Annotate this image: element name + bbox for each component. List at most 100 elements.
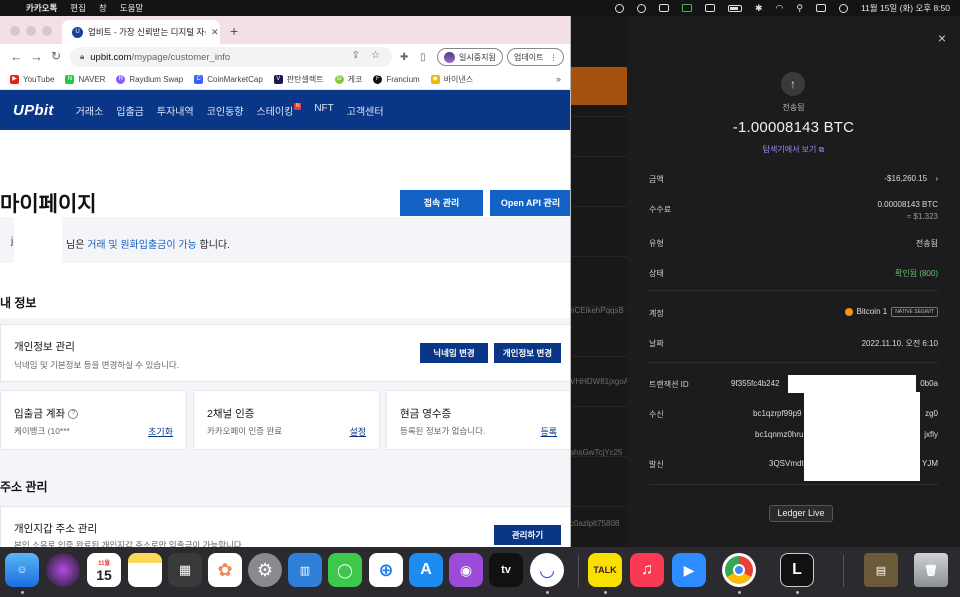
minimize-window-button[interactable] [26, 26, 36, 36]
sender-address[interactable]: 3QSVmdt [769, 459, 804, 468]
search-icon[interactable]: ⚲ [796, 3, 803, 14]
zoom-window-button[interactable] [42, 26, 52, 36]
app-menu[interactable]: 카카오톡 [26, 2, 57, 14]
nav-exchange[interactable]: 거래소 [76, 103, 104, 118]
share-icon[interactable]: ⇪ [352, 50, 360, 61]
status-item-icon[interactable] [658, 4, 669, 12]
explorer-link[interactable]: 탐색기에서 보기 ⧉ [627, 144, 960, 155]
app-store-icon[interactable]: A [409, 553, 443, 587]
account-name[interactable]: Bitcoin 1 [857, 307, 888, 316]
close-window-button[interactable] [10, 26, 20, 36]
trash-icon[interactable]: 🗑︎ [914, 553, 948, 587]
segwit-badge: NATIVE SEGWIT [891, 307, 938, 317]
apple-tv-icon[interactable]: tv [489, 553, 523, 587]
forward-button[interactable]: → [30, 49, 43, 64]
upbit-app-icon[interactable]: ▥ [288, 553, 322, 587]
back-button[interactable]: ← [10, 49, 23, 64]
bookmark-francium[interactable]: F Francium [373, 75, 420, 84]
reset-account-link[interactable]: 초기화 [148, 425, 173, 438]
notes-icon[interactable] [128, 553, 162, 587]
clock[interactable]: 11월 15일 (화) 오후 8:50 [861, 2, 950, 14]
extensions-icon[interactable]: ✚ [400, 52, 408, 63]
amount-value[interactable]: -$16,260.15 › [884, 174, 938, 183]
nav-nft[interactable]: NFT [314, 103, 333, 118]
music-icon[interactable]: ♫ [630, 553, 664, 587]
bookmark-naver[interactable]: N NAVER [65, 75, 105, 84]
bookmark-youtube[interactable]: ▶ YouTube [10, 75, 54, 84]
nav-staking-label[interactable]: 스테이킹 [257, 107, 294, 118]
bookmark-coinmarketcap[interactable]: C CoinMarketCap [194, 75, 263, 84]
lock-icon[interactable]: 🔒︎ [80, 52, 84, 62]
external-link-icon[interactable]: ⧉ [819, 145, 825, 154]
status-item-icon[interactable] [636, 3, 646, 13]
ledger-live-icon[interactable]: L [780, 553, 814, 587]
close-icon[interactable]: × [938, 30, 946, 46]
status-item-icon[interactable] [704, 4, 715, 12]
calendar-icon[interactable]: 11월 15 [87, 553, 121, 587]
reload-button[interactable]: ↻ [51, 49, 61, 63]
siri-icon[interactable] [46, 553, 80, 587]
bookmark-gecko[interactable]: G 게코 [334, 74, 362, 85]
nav-investments[interactable]: 투자내역 [157, 103, 194, 118]
address-bar[interactable]: 🔒︎ upbit.com/mypage/customer_info ⇪ ☆ [70, 47, 392, 67]
access-management-button[interactable]: 접속 관리 [400, 190, 483, 216]
status-item-icon[interactable] [681, 4, 692, 12]
nav-coin-trends[interactable]: 코인동향 [207, 103, 244, 118]
kakaotalk-icon[interactable]: TALK [588, 553, 622, 587]
notice-text: 님은 거래 및 원화입출금이 가능 합니다. [66, 236, 230, 251]
status-item-icon[interactable] [614, 3, 624, 13]
open-api-button[interactable]: Open API 관리 [490, 190, 570, 216]
change-nickname-button[interactable]: 닉네임 변경 [420, 343, 488, 363]
bookmark-fantan[interactable]: V 판탄셀렉트 [273, 74, 324, 85]
chrome-icon[interactable] [722, 553, 756, 587]
kebab-menu-icon[interactable]: ⋮ [549, 53, 557, 62]
bookmark-binance[interactable]: ◆ 바이낸스 [430, 74, 473, 85]
upbit-logo-icon[interactable]: ◡ [530, 553, 564, 587]
control-center-icon[interactable] [815, 4, 826, 12]
bookmark-star-icon[interactable]: ☆ [371, 50, 380, 61]
help-icon[interactable]: ? [68, 409, 79, 420]
manage-wallet-button[interactable]: 관리하기 [494, 525, 561, 545]
menu-bar: 카카오톡 편집 창 도움말 ✱ ◠ ⚲ 11월 15일 (화) 오후 8:50 [0, 0, 960, 16]
menu-help[interactable]: 도움말 [120, 2, 143, 14]
calculator-icon[interactable]: ▦ [168, 553, 202, 587]
change-personal-info-button[interactable]: 개인정보 변경 [494, 343, 561, 363]
menu-edit[interactable]: 편집 [70, 2, 86, 14]
fee-value: 0.00008143 BTC [877, 200, 939, 209]
browser-tab[interactable]: U 업비트 - 가장 신뢰받는 디지털 자산 ✕ [62, 20, 220, 44]
recipient-address-1[interactable]: bc1qzrpf99p9 [753, 409, 801, 418]
update-button[interactable]: 업데이트 ⋮ [507, 48, 565, 66]
bluetooth-icon[interactable]: ✱ [755, 3, 763, 14]
system-settings-icon[interactable]: ⚙ [248, 553, 282, 587]
battery-icon[interactable] [727, 4, 742, 12]
explorer-link-label[interactable]: 탐색기에서 보기 [763, 145, 817, 154]
profile-button[interactable]: 일시중지됨 [437, 48, 503, 66]
side-panel-icon[interactable]: ▯ [420, 52, 426, 63]
bookmark-raydium[interactable]: R Raydium Swap [116, 75, 183, 84]
notice-link[interactable]: 거래 및 원화입출금이 가능 [87, 240, 197, 251]
safari-icon[interactable]: ⊕ [369, 553, 403, 587]
nav-staking[interactable]: 스테이킹N [257, 102, 302, 118]
txid-value[interactable]: 9f355fc4b242 [731, 379, 780, 388]
finder-icon[interactable]: ☺ [5, 553, 39, 587]
downloads-stack-icon[interactable]: ▤ [864, 553, 898, 587]
account-value[interactable]: Bitcoin 1 NATIVE SEGWIT [844, 307, 938, 317]
photos-icon[interactable]: ✿ [208, 553, 242, 587]
nav-customer-center[interactable]: 고객센터 [347, 103, 384, 118]
messages-icon[interactable]: ◯ [328, 553, 362, 587]
menu-window[interactable]: 창 [99, 2, 107, 14]
new-tab-button[interactable]: + [230, 23, 238, 39]
bookmarks-overflow-icon[interactable]: » [556, 74, 561, 84]
chrome-window: U 업비트 - 가장 신뢰받는 디지털 자산 ✕ + ← → ↻ 🔒︎ upbi… [0, 16, 571, 547]
podcasts-icon[interactable]: ◉ [449, 553, 483, 587]
two-channel-settings-link[interactable]: 설정 [349, 425, 366, 438]
zoom-icon[interactable]: ▶ [672, 553, 706, 587]
close-tab-icon[interactable]: ✕ [211, 27, 219, 38]
recipient-address-2[interactable]: bc1qnmz0hru [755, 430, 803, 439]
register-receipt-link[interactable]: 등록 [540, 425, 557, 438]
wifi-icon[interactable]: ◠ [776, 3, 784, 14]
upbit-logo[interactable]: UPbit [13, 102, 54, 119]
siri-icon[interactable] [838, 3, 848, 13]
chevron-right-icon[interactable]: › [935, 174, 938, 183]
nav-deposit-withdraw[interactable]: 입출금 [116, 103, 144, 118]
